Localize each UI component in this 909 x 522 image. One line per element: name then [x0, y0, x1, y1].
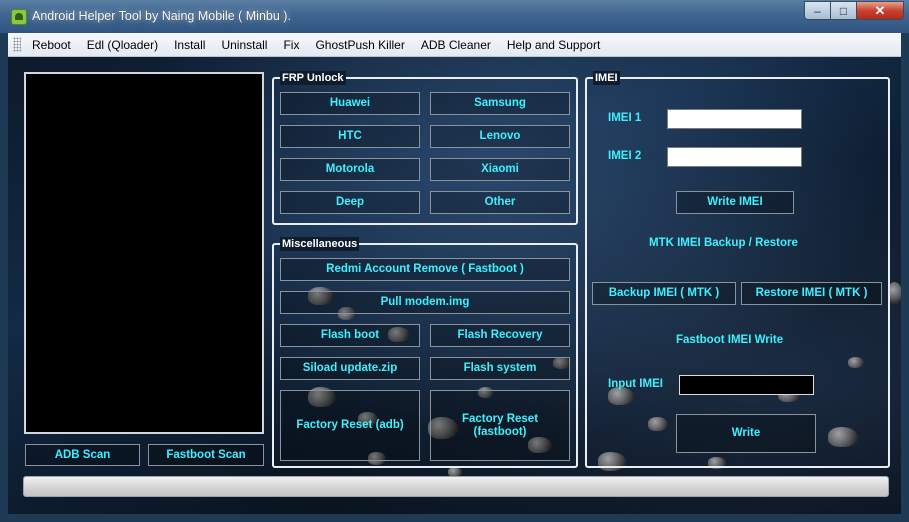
imei-title: IMEI	[593, 71, 620, 85]
write-imei-button[interactable]: Write IMEI	[676, 191, 794, 214]
maximize-button[interactable]: □	[831, 1, 857, 20]
menu-help-support[interactable]: Help and Support	[499, 38, 608, 52]
backup-imei-mtk-button[interactable]: Backup IMEI ( MTK )	[592, 282, 736, 305]
imei-group: IMEI	[585, 71, 890, 468]
flash-system-button[interactable]: Flash system	[430, 357, 570, 380]
menu-ghostpush-killer[interactable]: GhostPush Killer	[307, 38, 412, 52]
window-title: Android Helper Tool by Naing Mobile ( Mi…	[32, 9, 291, 23]
imei2-input[interactable]	[667, 147, 802, 167]
menu-reboot[interactable]: Reboot	[24, 38, 79, 52]
input-imei-label: Input IMEI	[608, 378, 663, 390]
fastboot-scan-button[interactable]: Fastboot Scan	[148, 444, 264, 466]
redmi-account-remove-button[interactable]: Redmi Account Remove ( Fastboot )	[280, 258, 570, 281]
fastboot-imei-write-heading: Fastboot IMEI Write	[676, 334, 784, 346]
menu-edl[interactable]: Edl (Qloader)	[79, 38, 166, 52]
frp-samsung-button[interactable]: Samsung	[430, 92, 570, 115]
frp-unlock-title: FRP Unlock	[280, 71, 346, 85]
window-controls: – □ ✕	[804, 1, 904, 21]
close-button[interactable]: ✕	[857, 1, 904, 20]
factory-reset-adb-button[interactable]: Factory Reset (adb)	[280, 390, 420, 461]
toolbar-grip-icon[interactable]	[13, 37, 21, 52]
imei2-label: IMEI 2	[608, 150, 642, 162]
progress-bar	[23, 476, 889, 497]
factory-reset-fastboot-button[interactable]: Factory Reset (fastboot)	[430, 390, 570, 461]
log-output-box[interactable]	[24, 72, 264, 434]
minimize-button[interactable]: –	[804, 1, 831, 20]
restore-imei-mtk-button[interactable]: Restore IMEI ( MTK )	[741, 282, 882, 305]
android-app-icon	[11, 9, 27, 25]
pull-modem-button[interactable]: Pull modem.img	[280, 291, 570, 314]
imei1-input[interactable]	[667, 109, 802, 129]
siload-update-button[interactable]: Siload update.zip	[280, 357, 420, 380]
frp-huawei-button[interactable]: Huawei	[280, 92, 420, 115]
menu-bar: Reboot Edl (Qloader) Install Uninstall F…	[8, 33, 901, 57]
flash-boot-button[interactable]: Flash boot	[280, 324, 420, 347]
frp-htc-button[interactable]: HTC	[280, 125, 420, 148]
menu-install[interactable]: Install	[166, 38, 213, 52]
menu-uninstall[interactable]: Uninstall	[213, 38, 275, 52]
frp-motorola-button[interactable]: Motorola	[280, 158, 420, 181]
menu-fix[interactable]: Fix	[275, 38, 307, 52]
frp-other-button[interactable]: Other	[430, 191, 570, 214]
input-imei-field[interactable]	[679, 375, 814, 395]
frp-lenovo-button[interactable]: Lenovo	[430, 125, 570, 148]
title-bar: Android Helper Tool by Naing Mobile ( Mi…	[0, 0, 909, 33]
main-panel: ADB Scan Fastboot Scan FRP Unlock Huawei…	[8, 57, 901, 514]
fastboot-write-button[interactable]: Write	[676, 414, 816, 453]
imei1-label: IMEI 1	[608, 112, 642, 124]
frp-deep-button[interactable]: Deep	[280, 191, 420, 214]
frp-xiaomi-button[interactable]: Xiaomi	[430, 158, 570, 181]
adb-scan-button[interactable]: ADB Scan	[25, 444, 140, 466]
mtk-backup-restore-heading: MTK IMEI Backup / Restore	[649, 237, 798, 249]
flash-recovery-button[interactable]: Flash Recovery	[430, 324, 570, 347]
miscellaneous-title: Miscellaneous	[280, 237, 360, 251]
menu-adb-cleaner[interactable]: ADB Cleaner	[413, 38, 499, 52]
